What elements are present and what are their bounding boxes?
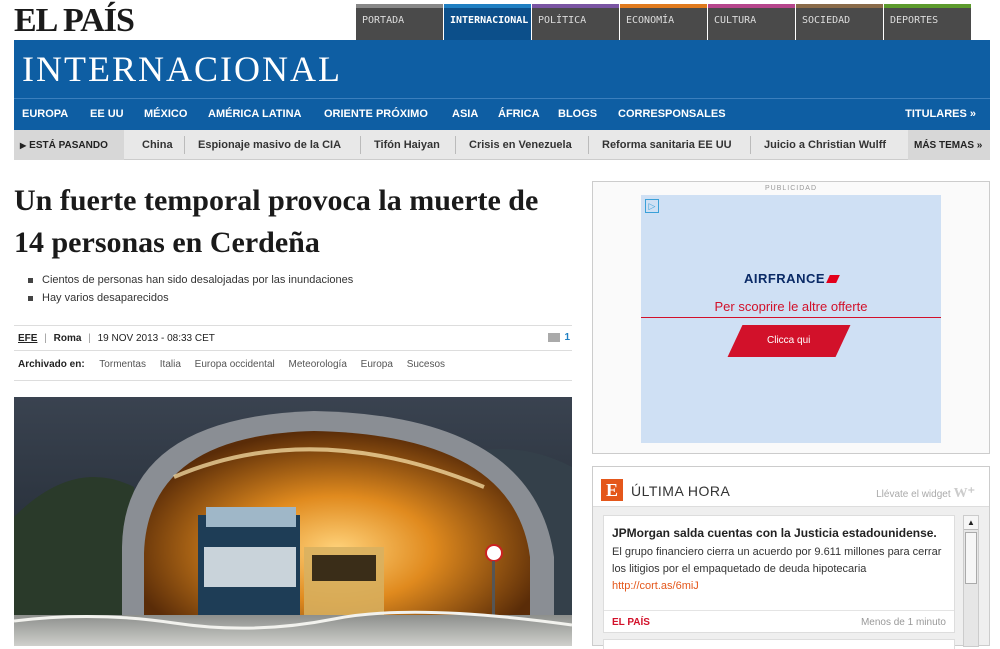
ad-cta-label: Clicca qui	[767, 335, 811, 346]
ultima-hora-widget: E ÚLTIMA HORA Llévate el widget W⁺ JPMorg…	[592, 466, 990, 649]
section-internacional[interactable]: INTERNACIONAL	[444, 4, 531, 40]
divider	[641, 317, 941, 318]
titulares-link[interactable]: TITULARES »	[905, 108, 976, 120]
section-deportes[interactable]: DEPORTES	[884, 4, 971, 40]
divider	[360, 136, 361, 154]
trend-wulff[interactable]: Juicio a Christian Wulff	[764, 139, 892, 151]
divider	[750, 136, 751, 154]
article-date: 19 NOV 2013 - 08:33 CET	[97, 333, 215, 344]
play-icon: ▶	[20, 141, 27, 150]
divider	[184, 136, 185, 154]
ad-brand-text: AIRFRANCE	[743, 271, 826, 286]
subnav-mexico[interactable]: MÉXICO	[144, 108, 187, 120]
section-title[interactable]: INTERNACIONAL	[22, 48, 342, 90]
top-bar: EL PAÍS PORTADA INTERNACIONAL POLÍTICA E…	[0, 0, 1000, 40]
divider: |	[44, 333, 47, 344]
tag-link[interactable]: Sucesos	[407, 359, 445, 370]
section-sociedad[interactable]: SOCIEDAD	[796, 4, 883, 40]
get-widget-link[interactable]: Llévate el widget W⁺	[876, 485, 975, 502]
subnav-africa[interactable]: ÁFRICA	[498, 108, 540, 120]
trend-reforma[interactable]: Reforma sanitaria EE UU	[602, 139, 732, 151]
subnav-asia[interactable]: ASIA	[452, 108, 478, 120]
ad-cta-button[interactable]: Clicca qui	[727, 325, 851, 357]
scroll-up-icon[interactable]: ▲	[964, 516, 978, 530]
trend-china[interactable]: China	[142, 139, 173, 151]
news-link[interactable]: http://cort.as/6miJ	[612, 580, 699, 592]
widget-header: E ÚLTIMA HORA Llévate el widget W⁺	[593, 467, 989, 507]
site-logo[interactable]: EL PAÍS	[14, 2, 135, 40]
news-source[interactable]: EL PAÍS	[612, 617, 650, 628]
trending-label: ▶ ESTÁ PASANDO	[14, 130, 124, 160]
tag-link[interactable]: Europa occidental	[195, 359, 275, 370]
article-meta: EFE | Roma | 19 NOV 2013 - 08:33 CET 1	[14, 325, 572, 351]
ad-banner[interactable]: ▷ AIRFRANCE Per scoprire le altre offert…	[641, 195, 941, 443]
news-title[interactable]: JPMorgan salda cuentas con la Justicia e…	[612, 526, 952, 540]
subsection-nav: EUROPA EE UU MÉXICO AMÉRICA LATINA ORIEN…	[14, 98, 990, 130]
subnav-america-latina[interactable]: AMÉRICA LATINA	[208, 108, 302, 120]
comment-icon	[548, 332, 561, 342]
tags-label: Archivado en:	[18, 359, 85, 370]
tag-link[interactable]: Italia	[160, 359, 181, 370]
comments-link[interactable]: 1	[548, 332, 570, 343]
section-politica[interactable]: POLÍTICA	[532, 4, 619, 40]
section-portada[interactable]: PORTADA	[356, 4, 443, 40]
el-pais-e-icon: E	[601, 479, 623, 501]
trending-bar: ▶ ESTÁ PASANDO China Espionaje masivo de …	[14, 130, 990, 160]
trend-venezuela[interactable]: Crisis en Venezuela	[469, 139, 572, 151]
news-footer: EL PAÍS Menos de 1 minuto	[604, 610, 954, 634]
widget-scrollbar[interactable]: ▲	[963, 515, 979, 647]
subnav-europa[interactable]: EUROPA	[22, 108, 68, 120]
more-topics-button[interactable]: MÁS TEMAS »	[908, 130, 990, 160]
article-agency[interactable]: EFE	[14, 333, 37, 344]
tag-link[interactable]: Meteorología	[289, 359, 347, 370]
subnav-blogs[interactable]: BLOGS	[558, 108, 597, 120]
article-headline: Un fuerte temporal provoca la muerte de …	[14, 184, 539, 259]
tag-link[interactable]: Europa	[361, 359, 393, 370]
ad-brand: AIRFRANCE	[641, 271, 941, 286]
adchoices-icon[interactable]: ▷	[645, 199, 659, 213]
trending-label-text: ESTÁ PASANDO	[29, 140, 108, 151]
widget-icon: W⁺	[953, 486, 975, 501]
ad-label: PUBLICIDAD	[764, 185, 817, 192]
subnav-corresponsales[interactable]: CORRESPONSALES	[618, 108, 726, 120]
trend-espionaje[interactable]: Espionaje masivo de la CIA	[198, 139, 341, 151]
news-body: El grupo financiero cierra un acuerdo po…	[612, 544, 952, 595]
article-summary: Cientos de personas han sido desalojadas…	[28, 274, 353, 310]
advertisement: PUBLICIDAD ▷ AIRFRANCE Per scoprire le a…	[592, 181, 990, 454]
scrollbar-thumb[interactable]	[965, 532, 977, 584]
ad-subtitle: Per scoprire le altre offerte	[714, 299, 868, 314]
comment-count: 1	[564, 332, 570, 343]
divider	[14, 380, 572, 381]
divider	[588, 136, 589, 154]
news-time: Menos de 1 minuto	[860, 617, 946, 628]
divider	[455, 136, 456, 154]
section-cultura[interactable]: CULTURA	[708, 4, 795, 40]
news-item[interactable]: JPMorgan salda cuentas con la Justicia e…	[603, 515, 955, 633]
section-nav: PORTADA INTERNACIONAL POLÍTICA ECONOMÍA …	[356, 4, 972, 40]
summary-bullet: Hay varios desaparecidos	[28, 292, 353, 304]
get-widget-label: Llévate el widget	[876, 489, 951, 500]
article-photo[interactable]	[14, 397, 572, 646]
article-city: Roma	[53, 333, 82, 344]
airfrance-logo-icon	[826, 275, 840, 283]
widget-title: ÚLTIMA HORA	[631, 483, 731, 499]
section-economia[interactable]: ECONOMÍA	[620, 4, 707, 40]
subnav-oriente-proximo[interactable]: ORIENTE PRÓXIMO	[324, 108, 428, 120]
divider: |	[88, 333, 91, 344]
section-banner: INTERNACIONAL	[14, 40, 990, 98]
flooded-tunnel-image	[14, 397, 572, 646]
news-item[interactable]	[603, 639, 955, 649]
article-tags: Archivado en: Tormentas Italia Europa oc…	[18, 359, 456, 370]
news-body-text: El grupo financiero cierra un acuerdo po…	[612, 546, 942, 575]
subnav-ee-uu[interactable]: EE UU	[90, 108, 124, 120]
trend-tifon[interactable]: Tifón Haiyan	[374, 139, 440, 151]
summary-bullet: Cientos de personas han sido desalojadas…	[28, 274, 353, 286]
tag-link[interactable]: Tormentas	[99, 359, 146, 370]
